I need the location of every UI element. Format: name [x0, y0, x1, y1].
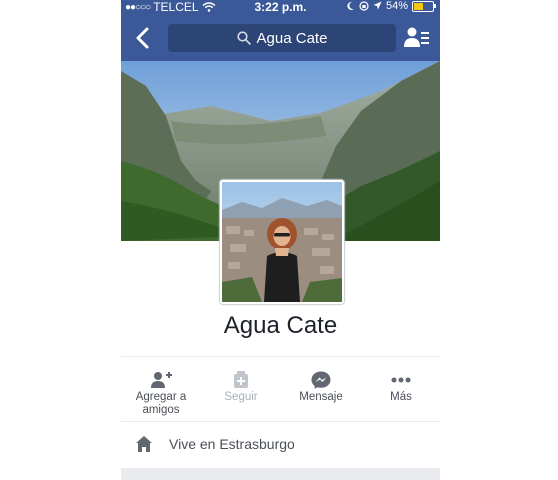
add-friend-button[interactable]: Agregar a amigos: [121, 357, 201, 421]
more-button[interactable]: Más: [361, 357, 440, 421]
message-button[interactable]: Mensaje: [281, 357, 361, 421]
profile-picture[interactable]: [220, 180, 344, 304]
lives-in-text: Vive en Estrasburgo: [169, 436, 295, 452]
search-icon: [236, 31, 251, 45]
message-label: Mensaje: [299, 391, 343, 403]
status-bar: ●●○○○ TELCEL 3:22 p.m. 54%: [121, 0, 440, 14]
follow-button[interactable]: Seguir: [201, 357, 281, 421]
back-chevron-icon[interactable]: [133, 24, 153, 52]
battery-icon: [412, 0, 436, 12]
follow-icon: [234, 371, 248, 388]
more-icon: [391, 377, 411, 383]
home-icon: [136, 436, 152, 452]
friend-requests-icon[interactable]: [404, 26, 430, 48]
more-label: Más: [390, 391, 412, 403]
search-text: Agua Cate: [256, 29, 328, 47]
status-right: 54%: [346, 0, 436, 12]
follow-label: Seguir: [224, 391, 258, 403]
lives-in-row[interactable]: Vive en Estrasburgo: [121, 420, 440, 468]
moon-icon: [347, 1, 354, 10]
rotation-lock-icon: [359, 1, 369, 11]
add-friend-icon: [151, 372, 172, 388]
profile-actions-bar: Agregar a amigos Seguir Mensaje Más: [121, 356, 440, 422]
profile-name: Agua Cate: [223, 312, 338, 339]
add-friend-label: Agregar a amigos: [135, 391, 187, 416]
battery-fill: [414, 2, 423, 10]
top-bar: ●●○○○ TELCEL 3:22 p.m. 54% Agua Cate: [121, 0, 440, 61]
battery-percent: 54%: [385, 0, 408, 12]
phone-screen: ●●○○○ TELCEL 3:22 p.m. 54% Agua Cate Agu…: [121, 0, 440, 480]
messenger-icon: [311, 371, 331, 389]
profile-photo-image: [222, 182, 342, 302]
location-icon: [373, 1, 382, 10]
section-divider: [121, 468, 440, 480]
search-bar[interactable]: Agua Cate: [168, 24, 396, 52]
